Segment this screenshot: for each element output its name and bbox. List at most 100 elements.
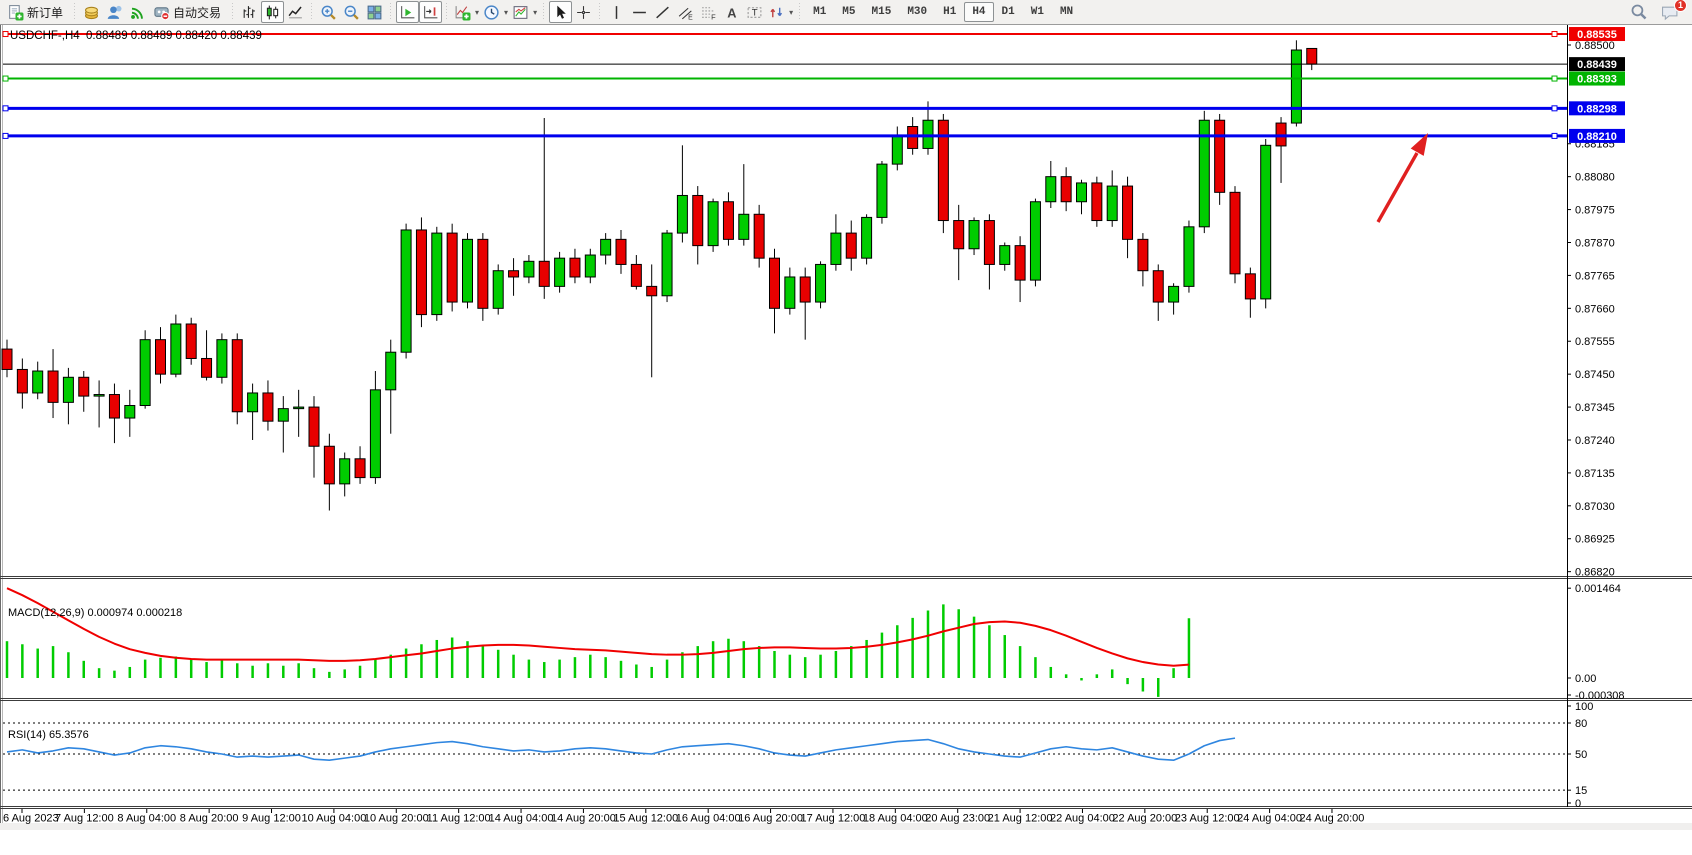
timeframe-m30-button[interactable]: M30 (899, 2, 935, 22)
new-order-label: 新订单 (27, 4, 63, 21)
rsi-tick-label: 15 (1575, 785, 1587, 797)
bear-candle (17, 369, 27, 393)
bull-candle (677, 195, 687, 233)
bear-candle (509, 271, 519, 277)
shift-icon (422, 4, 439, 21)
autotrading-label: 自动交易 (173, 4, 221, 21)
bull-candle (708, 202, 718, 246)
chart-shift-button[interactable] (419, 1, 442, 23)
bear-candle (954, 221, 964, 249)
text-button[interactable]: A (720, 1, 743, 23)
text-label-button[interactable]: T (743, 1, 766, 23)
line-handle[interactable] (3, 106, 8, 111)
notifications-button[interactable]: 1 (1660, 4, 1680, 21)
bull-candle (340, 459, 350, 484)
template-icon (512, 4, 529, 21)
timeframe-h1-button[interactable]: H1 (935, 2, 964, 22)
price-tick-label: 0.87450 (1575, 369, 1615, 381)
indicators-button[interactable]: ▾ (452, 1, 481, 23)
time-tick-label: 15 Aug 12:00 (613, 813, 678, 825)
bull-candle (1107, 186, 1117, 220)
bear-candle (1230, 192, 1240, 274)
templates-button[interactable]: ▾ (510, 1, 539, 23)
bull-candle (601, 239, 611, 255)
candlestick-chart-button[interactable] (261, 1, 284, 23)
market-watch-icon (83, 4, 100, 21)
equidistant-channel-button[interactable]: E (674, 1, 697, 23)
autotrading-button[interactable]: 自动交易 (149, 1, 228, 23)
bull-candle (555, 258, 565, 286)
vertical-line-button[interactable] (605, 1, 628, 23)
price-tick-label: 0.87135 (1575, 468, 1615, 480)
cursor-button[interactable] (549, 1, 572, 23)
toolbar-separator (389, 3, 392, 21)
bear-candle (723, 202, 733, 240)
line-handle[interactable] (1552, 106, 1557, 111)
line-chart-button[interactable] (284, 1, 307, 23)
bear-candle (232, 340, 242, 412)
price-tick-label: 0.87240 (1575, 435, 1615, 447)
price-badge: 0.88210 (1569, 129, 1625, 143)
bear-candle (616, 239, 626, 264)
timeframe-m15-button[interactable]: M15 (864, 2, 900, 22)
line-handle[interactable] (1552, 32, 1557, 37)
time-tick-label: 14 Aug 04:00 (489, 813, 554, 825)
svg-text:0.88210: 0.88210 (1577, 131, 1617, 143)
bear-candle (1215, 120, 1225, 192)
search-button[interactable] (1630, 3, 1648, 21)
new-order-button[interactable]: 新订单 (3, 1, 70, 23)
bar-chart-button[interactable] (238, 1, 261, 23)
timeframe-h4-button[interactable]: H4 (964, 2, 993, 22)
signals-button[interactable] (126, 1, 149, 23)
line-handle[interactable] (1552, 76, 1557, 81)
trendline-button[interactable] (651, 1, 674, 23)
fibonacci-retracement-button[interactable]: F (697, 1, 720, 23)
bull-candle (370, 390, 380, 478)
toolbar-separator (231, 3, 234, 21)
svg-text:T: T (752, 7, 758, 18)
svg-text:0.88298: 0.88298 (1577, 103, 1617, 115)
line-handle[interactable] (3, 32, 8, 37)
bull-candle (432, 233, 442, 315)
price-tick-label: 0.88500 (1575, 40, 1615, 52)
bear-candle (156, 340, 166, 374)
timeframe-w1-button[interactable]: W1 (1023, 2, 1052, 22)
line-handle[interactable] (3, 76, 8, 81)
periods-button[interactable]: ▾ (481, 1, 510, 23)
horizontal-line-button[interactable] (628, 1, 651, 23)
bear-candle (263, 393, 273, 421)
zoom-in-button[interactable] (317, 1, 340, 23)
toolbar-separator (73, 3, 76, 21)
time-tick-label: 8 Aug 04:00 (117, 813, 176, 825)
timeframe-m1-button[interactable]: M1 (805, 2, 834, 22)
bull-candle (217, 340, 227, 378)
price-badge: 0.88439 (1569, 57, 1625, 71)
auto-scroll-button[interactable] (396, 1, 419, 23)
bear-candle (631, 264, 641, 286)
line-chart-icon (287, 4, 304, 21)
time-tick-label: 10 Aug 04:00 (301, 813, 366, 825)
bull-candle (1184, 227, 1194, 287)
bull-candle (94, 395, 104, 397)
zoom-out-button[interactable] (340, 1, 363, 23)
time-tick-label: 17 Aug 12:00 (801, 813, 866, 825)
line-handle[interactable] (3, 133, 8, 138)
timeframe-m5-button[interactable]: M5 (834, 2, 863, 22)
community-icon (106, 4, 123, 21)
timeframe-d1-button[interactable]: D1 (994, 2, 1023, 22)
time-tick-label: 16 Aug 20:00 (738, 813, 803, 825)
time-tick-label: 20 Aug 23:00 (925, 813, 990, 825)
arrow-objects-button[interactable]: ▾ (766, 1, 795, 23)
line-handle[interactable] (1552, 133, 1557, 138)
tile-windows-button[interactable] (363, 1, 386, 23)
time-tick-label: 21 Aug 12:00 (988, 813, 1053, 825)
crosshair-button[interactable] (572, 1, 595, 23)
time-tick-label: 23 Aug 12:00 (1175, 813, 1240, 825)
bull-candle (401, 230, 411, 352)
mql5-community-button[interactable] (103, 1, 126, 23)
timeframe-mn-button[interactable]: MN (1052, 2, 1081, 22)
market-watch-button[interactable] (80, 1, 103, 23)
bear-candle (908, 127, 918, 149)
bull-candle (1046, 177, 1056, 202)
price-badge: 0.88535 (1569, 27, 1625, 41)
